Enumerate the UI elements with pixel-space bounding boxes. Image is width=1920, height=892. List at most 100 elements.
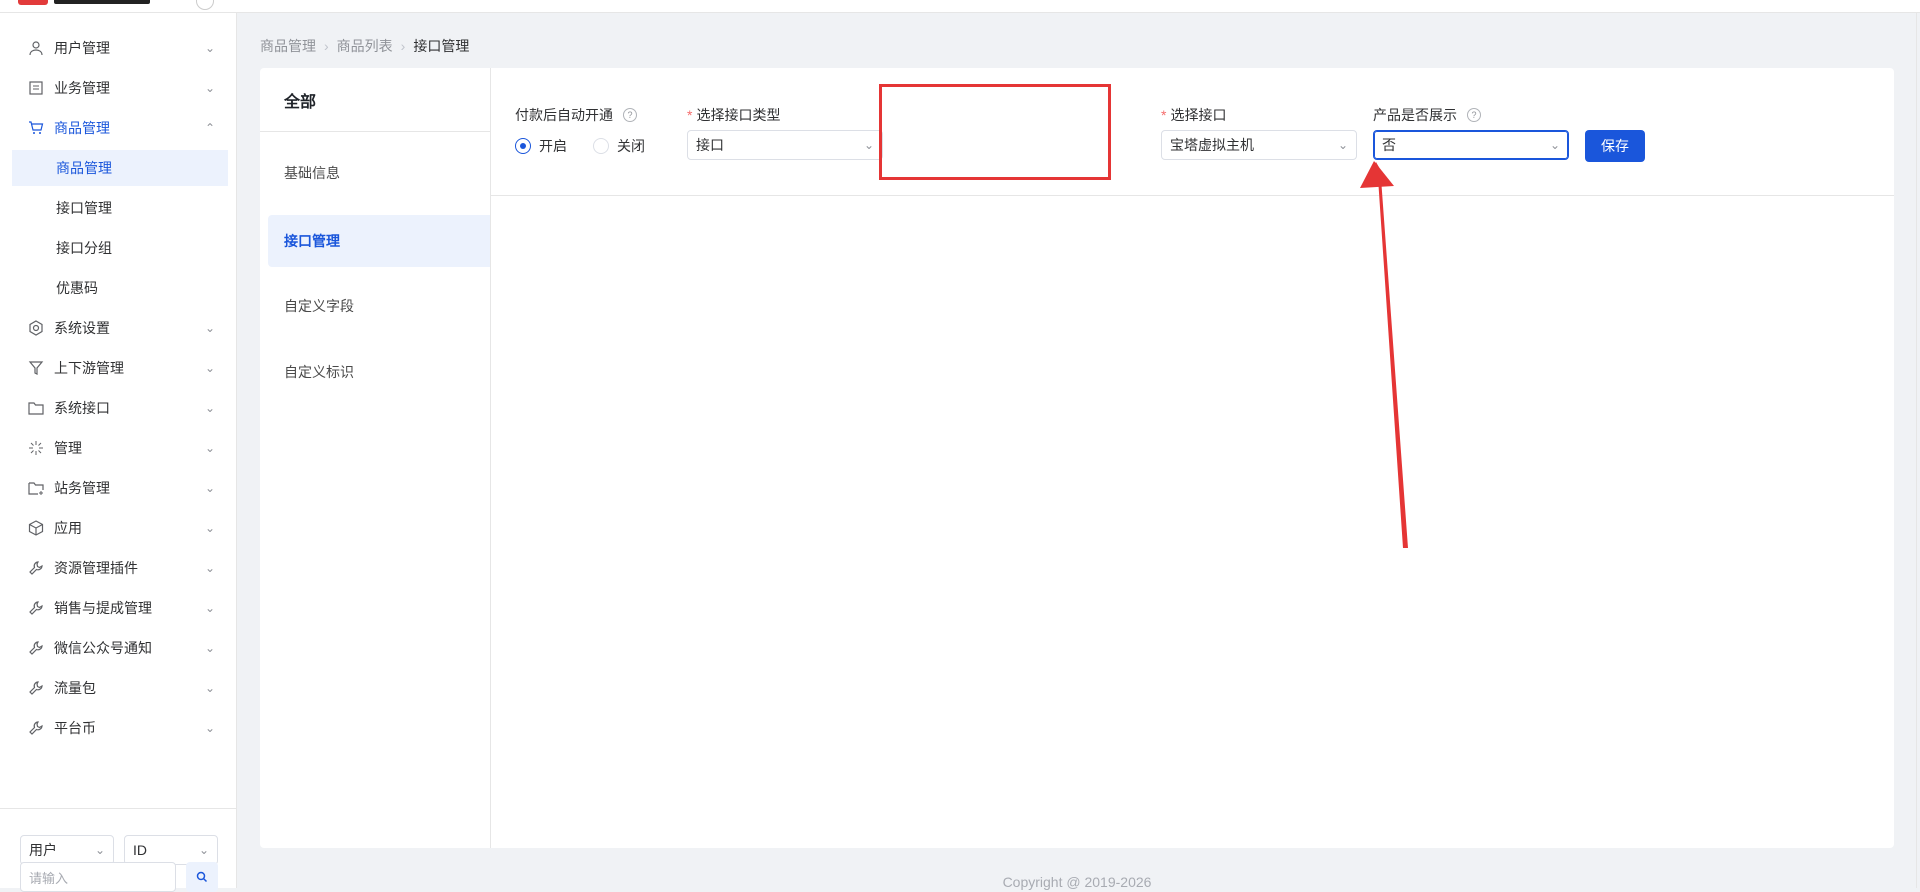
id-type-select[interactable]: ID ⌄ xyxy=(124,835,218,865)
collapse-toggle-icon[interactable] xyxy=(196,0,214,10)
sidebar: 用户管理 ⌄ 业务管理 ⌄ 商品管理 ⌃ 系统设置 ⌄ 上下游管理 ⌄ 系统接口 ⌄ 管理 ⌄ 站务管理 ⌄ 应… xyxy=(0,13,237,888)
chevron-down-icon: ⌄ xyxy=(204,521,216,535)
content-card: 全部 基础信息 接口管理 自定义字段 自定义标识 付款后自动开通 ? 开启 关闭… xyxy=(260,68,1894,848)
user-icon xyxy=(28,40,44,56)
breadcrumb-current: 接口管理 xyxy=(413,38,470,54)
sidebar-item-13[interactable]: 平台币 ⌄ xyxy=(12,710,228,746)
user-type-select[interactable]: 用户 ⌄ xyxy=(20,835,114,865)
radio-disable-label: 关闭 xyxy=(617,138,645,154)
radio-unchecked-icon xyxy=(593,138,609,154)
sidebar-item-12[interactable]: 流量包 ⌄ xyxy=(12,670,228,706)
gear-icon xyxy=(28,320,44,336)
cart-icon xyxy=(28,120,44,136)
wrench-icon xyxy=(28,720,44,736)
cube-icon xyxy=(28,520,44,536)
document-list-icon xyxy=(28,80,44,96)
sidebar-subitem-label: 接口管理 xyxy=(56,200,112,216)
interface-type-label-text: 选择接口类型 xyxy=(696,107,781,123)
breadcrumb: 商品管理 › 商品列表 › 接口管理 xyxy=(260,36,469,56)
sidebar-item-0[interactable]: 用户管理 ⌄ xyxy=(12,30,228,66)
logo-text xyxy=(54,0,150,4)
sidebar-item-label: 业务管理 xyxy=(54,80,110,96)
sidebar-item-label: 平台币 xyxy=(54,720,96,736)
sidebar-item-label: 管理 xyxy=(54,440,82,456)
page-scrollbar[interactable] xyxy=(1916,12,1917,888)
breadcrumb-item[interactable]: 商品列表 xyxy=(337,36,393,56)
tab-basic-info[interactable]: 基础信息 xyxy=(268,147,490,199)
interface-type-label: * 选择接口类型 xyxy=(687,105,780,125)
folder-icon xyxy=(28,400,44,416)
interface-label: * 选择接口 xyxy=(1161,105,1226,125)
filter-icon xyxy=(28,360,44,376)
chevron-down-icon: ⌄ xyxy=(863,138,874,152)
breadcrumb-item[interactable]: 商品管理 xyxy=(260,36,316,56)
sidebar-subitem-1[interactable]: 接口管理 xyxy=(12,190,228,226)
sidebar-item-11[interactable]: 微信公众号通知 ⌄ xyxy=(12,630,228,666)
wrench-icon xyxy=(28,600,44,616)
chevron-down-icon: ⌄ xyxy=(94,843,105,857)
interface-type-select[interactable]: 接口 ⌄ xyxy=(687,130,883,160)
sidebar-item-10[interactable]: 销售与提成管理 ⌄ xyxy=(12,590,228,626)
sidebar-item-label: 用户管理 xyxy=(54,40,110,56)
chevron-down-icon: ⌄ xyxy=(1549,138,1560,152)
chevron-down-icon: ⌄ xyxy=(204,81,216,95)
sidebar-item-2[interactable]: 商品管理 ⌃ xyxy=(12,110,228,146)
sidebar-item-9[interactable]: 资源管理插件 ⌄ xyxy=(12,550,228,586)
interface-value: 宝塔虚拟主机 xyxy=(1170,137,1254,153)
sidebar-search-placeholder: 请输入 xyxy=(29,870,69,886)
required-mark: * xyxy=(1161,107,1167,123)
help-icon[interactable]: ? xyxy=(1467,108,1481,122)
sidebar-subitem-3[interactable]: 优惠码 xyxy=(12,270,228,306)
radio-disable[interactable]: 关闭 xyxy=(593,136,645,156)
help-icon[interactable]: ? xyxy=(623,108,637,122)
breadcrumb-separator-icon: › xyxy=(400,38,406,54)
radio-enable[interactable]: 开启 xyxy=(515,136,567,156)
interface-form: 付款后自动开通 ? 开启 关闭 * 选择接口类型 接口 ⌄ * 选择接口 宝塔虚… xyxy=(491,68,1894,196)
product-show-label-text: 产品是否展示 xyxy=(1373,107,1457,123)
interface-select[interactable]: 宝塔虚拟主机 ⌄ xyxy=(1161,130,1357,160)
tab-custom-identifiers[interactable]: 自定义标识 xyxy=(268,346,490,398)
sidebar-subitem-label: 商品管理 xyxy=(56,160,112,176)
chevron-up-icon: ⌃ xyxy=(204,121,216,135)
chevron-down-icon: ⌄ xyxy=(204,321,216,335)
sidebar-item-1[interactable]: 业务管理 ⌄ xyxy=(12,70,228,106)
chevron-down-icon: ⌄ xyxy=(204,561,216,575)
sidebar-item-label: 流量包 xyxy=(54,680,96,696)
chevron-down-icon: ⌄ xyxy=(204,721,216,735)
sidebar-item-label: 系统接口 xyxy=(54,400,110,416)
chevron-down-icon: ⌄ xyxy=(204,481,216,495)
sidebar-subitem-0[interactable]: 商品管理 xyxy=(12,150,228,186)
sidebar-item-label: 站务管理 xyxy=(54,480,110,496)
interface-type-value: 接口 xyxy=(696,137,724,153)
sidebar-item-7[interactable]: 站务管理 ⌄ xyxy=(12,470,228,506)
tab-custom-fields[interactable]: 自定义字段 xyxy=(268,280,490,332)
tab-header: 全部 xyxy=(260,68,490,132)
sidebar-item-6[interactable]: 管理 ⌄ xyxy=(12,430,228,466)
chevron-down-icon: ⌄ xyxy=(204,401,216,415)
sidebar-item-label: 应用 xyxy=(54,520,82,536)
radio-checked-icon xyxy=(515,138,531,154)
user-type-value: 用户 xyxy=(29,842,57,858)
tab-column: 全部 基础信息 接口管理 自定义字段 自定义标识 xyxy=(260,68,491,848)
save-button[interactable]: 保存 xyxy=(1585,130,1645,162)
sidebar-item-label: 商品管理 xyxy=(54,120,110,136)
chevron-down-icon: ⌄ xyxy=(204,681,216,695)
sidebar-subitem-2[interactable]: 接口分组 xyxy=(12,230,228,266)
sidebar-item-label: 资源管理插件 xyxy=(54,560,138,576)
chevron-down-icon: ⌄ xyxy=(204,601,216,615)
auto-open-label-text: 付款后自动开通 xyxy=(515,107,613,123)
chevron-down-icon: ⌄ xyxy=(204,641,216,655)
sidebar-item-3[interactable]: 系统设置 ⌄ xyxy=(12,310,228,346)
sidebar-item-5[interactable]: 系统接口 ⌄ xyxy=(12,390,228,426)
tab-interface-management[interactable]: 接口管理 xyxy=(268,215,490,267)
chevron-down-icon: ⌄ xyxy=(204,441,216,455)
chevron-down-icon: ⌄ xyxy=(1337,138,1348,152)
sidebar-item-label: 销售与提成管理 xyxy=(54,600,152,616)
sidebar-item-8[interactable]: 应用 ⌄ xyxy=(12,510,228,546)
wrench-icon xyxy=(28,680,44,696)
sidebar-item-4[interactable]: 上下游管理 ⌄ xyxy=(12,350,228,386)
sidebar-item-label: 系统设置 xyxy=(54,320,110,336)
product-show-select[interactable]: 否 ⌄ xyxy=(1373,130,1569,160)
sidebar-item-label: 上下游管理 xyxy=(54,360,124,376)
interface-label-text: 选择接口 xyxy=(1170,107,1227,123)
